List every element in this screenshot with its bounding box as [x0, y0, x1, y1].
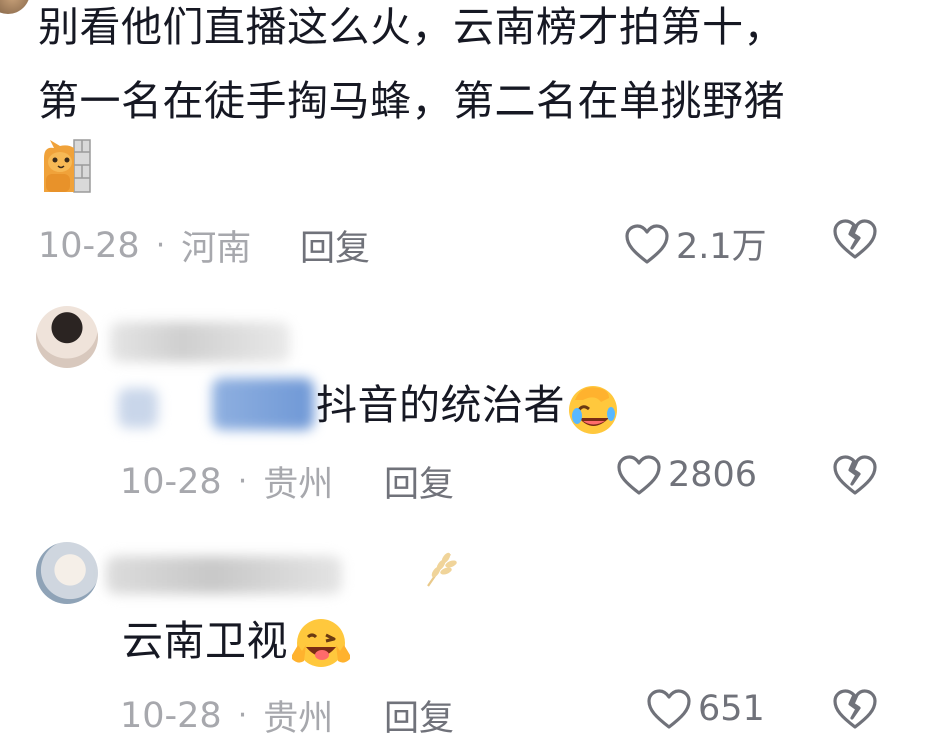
reply-2-reply-button[interactable]: 回复	[384, 690, 454, 741]
reply-1-username-blurred[interactable]	[110, 322, 290, 362]
reply-1-avatar[interactable]	[36, 306, 98, 368]
comment-text-line-2: 第一名在徒手掏马蜂，第二名在单挑野猪	[38, 77, 785, 125]
reply-2-avatar[interactable]	[36, 542, 98, 604]
reply-2-like-button[interactable]: 651	[646, 688, 765, 730]
reply-2-username-blurred[interactable]	[106, 556, 342, 594]
reply-2-like-count: 651	[698, 689, 765, 729]
broken-heart-icon	[833, 689, 877, 729]
reply-1-like-button[interactable]: 2806	[616, 454, 757, 496]
reply-1-dislike-button[interactable]	[832, 454, 878, 500]
wheat-icon	[420, 548, 460, 592]
reply-2-date: 10-28	[120, 695, 222, 736]
reply-2-meta: 10-28 · 贵州	[120, 690, 333, 741]
comment-text-line-1: 别看他们直播这么火，云南榜才拍第十，	[38, 3, 785, 51]
reply-2-dislike-button[interactable]	[832, 688, 878, 734]
reply-1-text: 抖音的统治者	[316, 374, 621, 436]
heart-icon	[647, 689, 691, 729]
comment-date: 10-28	[38, 225, 140, 266]
wink-tongue-emoji-icon	[292, 619, 350, 667]
previous-avatar[interactable]	[0, 0, 30, 14]
reply-2-text: 云南卫视	[122, 610, 354, 673]
reply-1-mention-icon-blurred	[118, 388, 158, 428]
like-count: 2.1万	[676, 227, 767, 267]
reply-1-location: 贵州	[263, 465, 334, 505]
reply-1-meta: 10-28 · 贵州	[120, 456, 333, 507]
comment-location: 河南	[181, 229, 252, 269]
meta-separator: ·	[155, 228, 166, 263]
broken-heart-icon	[833, 455, 877, 495]
reply-2-location: 贵州	[263, 699, 334, 739]
reply-button[interactable]: 回复	[300, 220, 370, 271]
comment-meta: 10-28 · 河南	[38, 220, 251, 271]
cat-wall-emoji-icon	[40, 138, 92, 194]
dislike-button[interactable]	[832, 218, 878, 264]
reply-1-date: 10-28	[120, 461, 222, 502]
meta-separator: ·	[237, 698, 248, 733]
heart-icon	[625, 223, 669, 264]
meta-separator: ·	[237, 464, 248, 499]
heart-icon	[617, 455, 661, 495]
reply-1-like-count: 2806	[668, 455, 758, 495]
like-button[interactable]: 2.1万	[624, 218, 767, 269]
facepalm-laugh-emoji-icon	[569, 386, 617, 434]
reply-1-text-content: 抖音的统治者	[316, 381, 565, 429]
broken-heart-icon	[833, 219, 877, 259]
reply-1-reply-button[interactable]: 回复	[384, 456, 454, 507]
reply-2-text-content: 云南卫视	[122, 617, 288, 665]
reply-1-mention-blurred[interactable]	[212, 378, 314, 430]
